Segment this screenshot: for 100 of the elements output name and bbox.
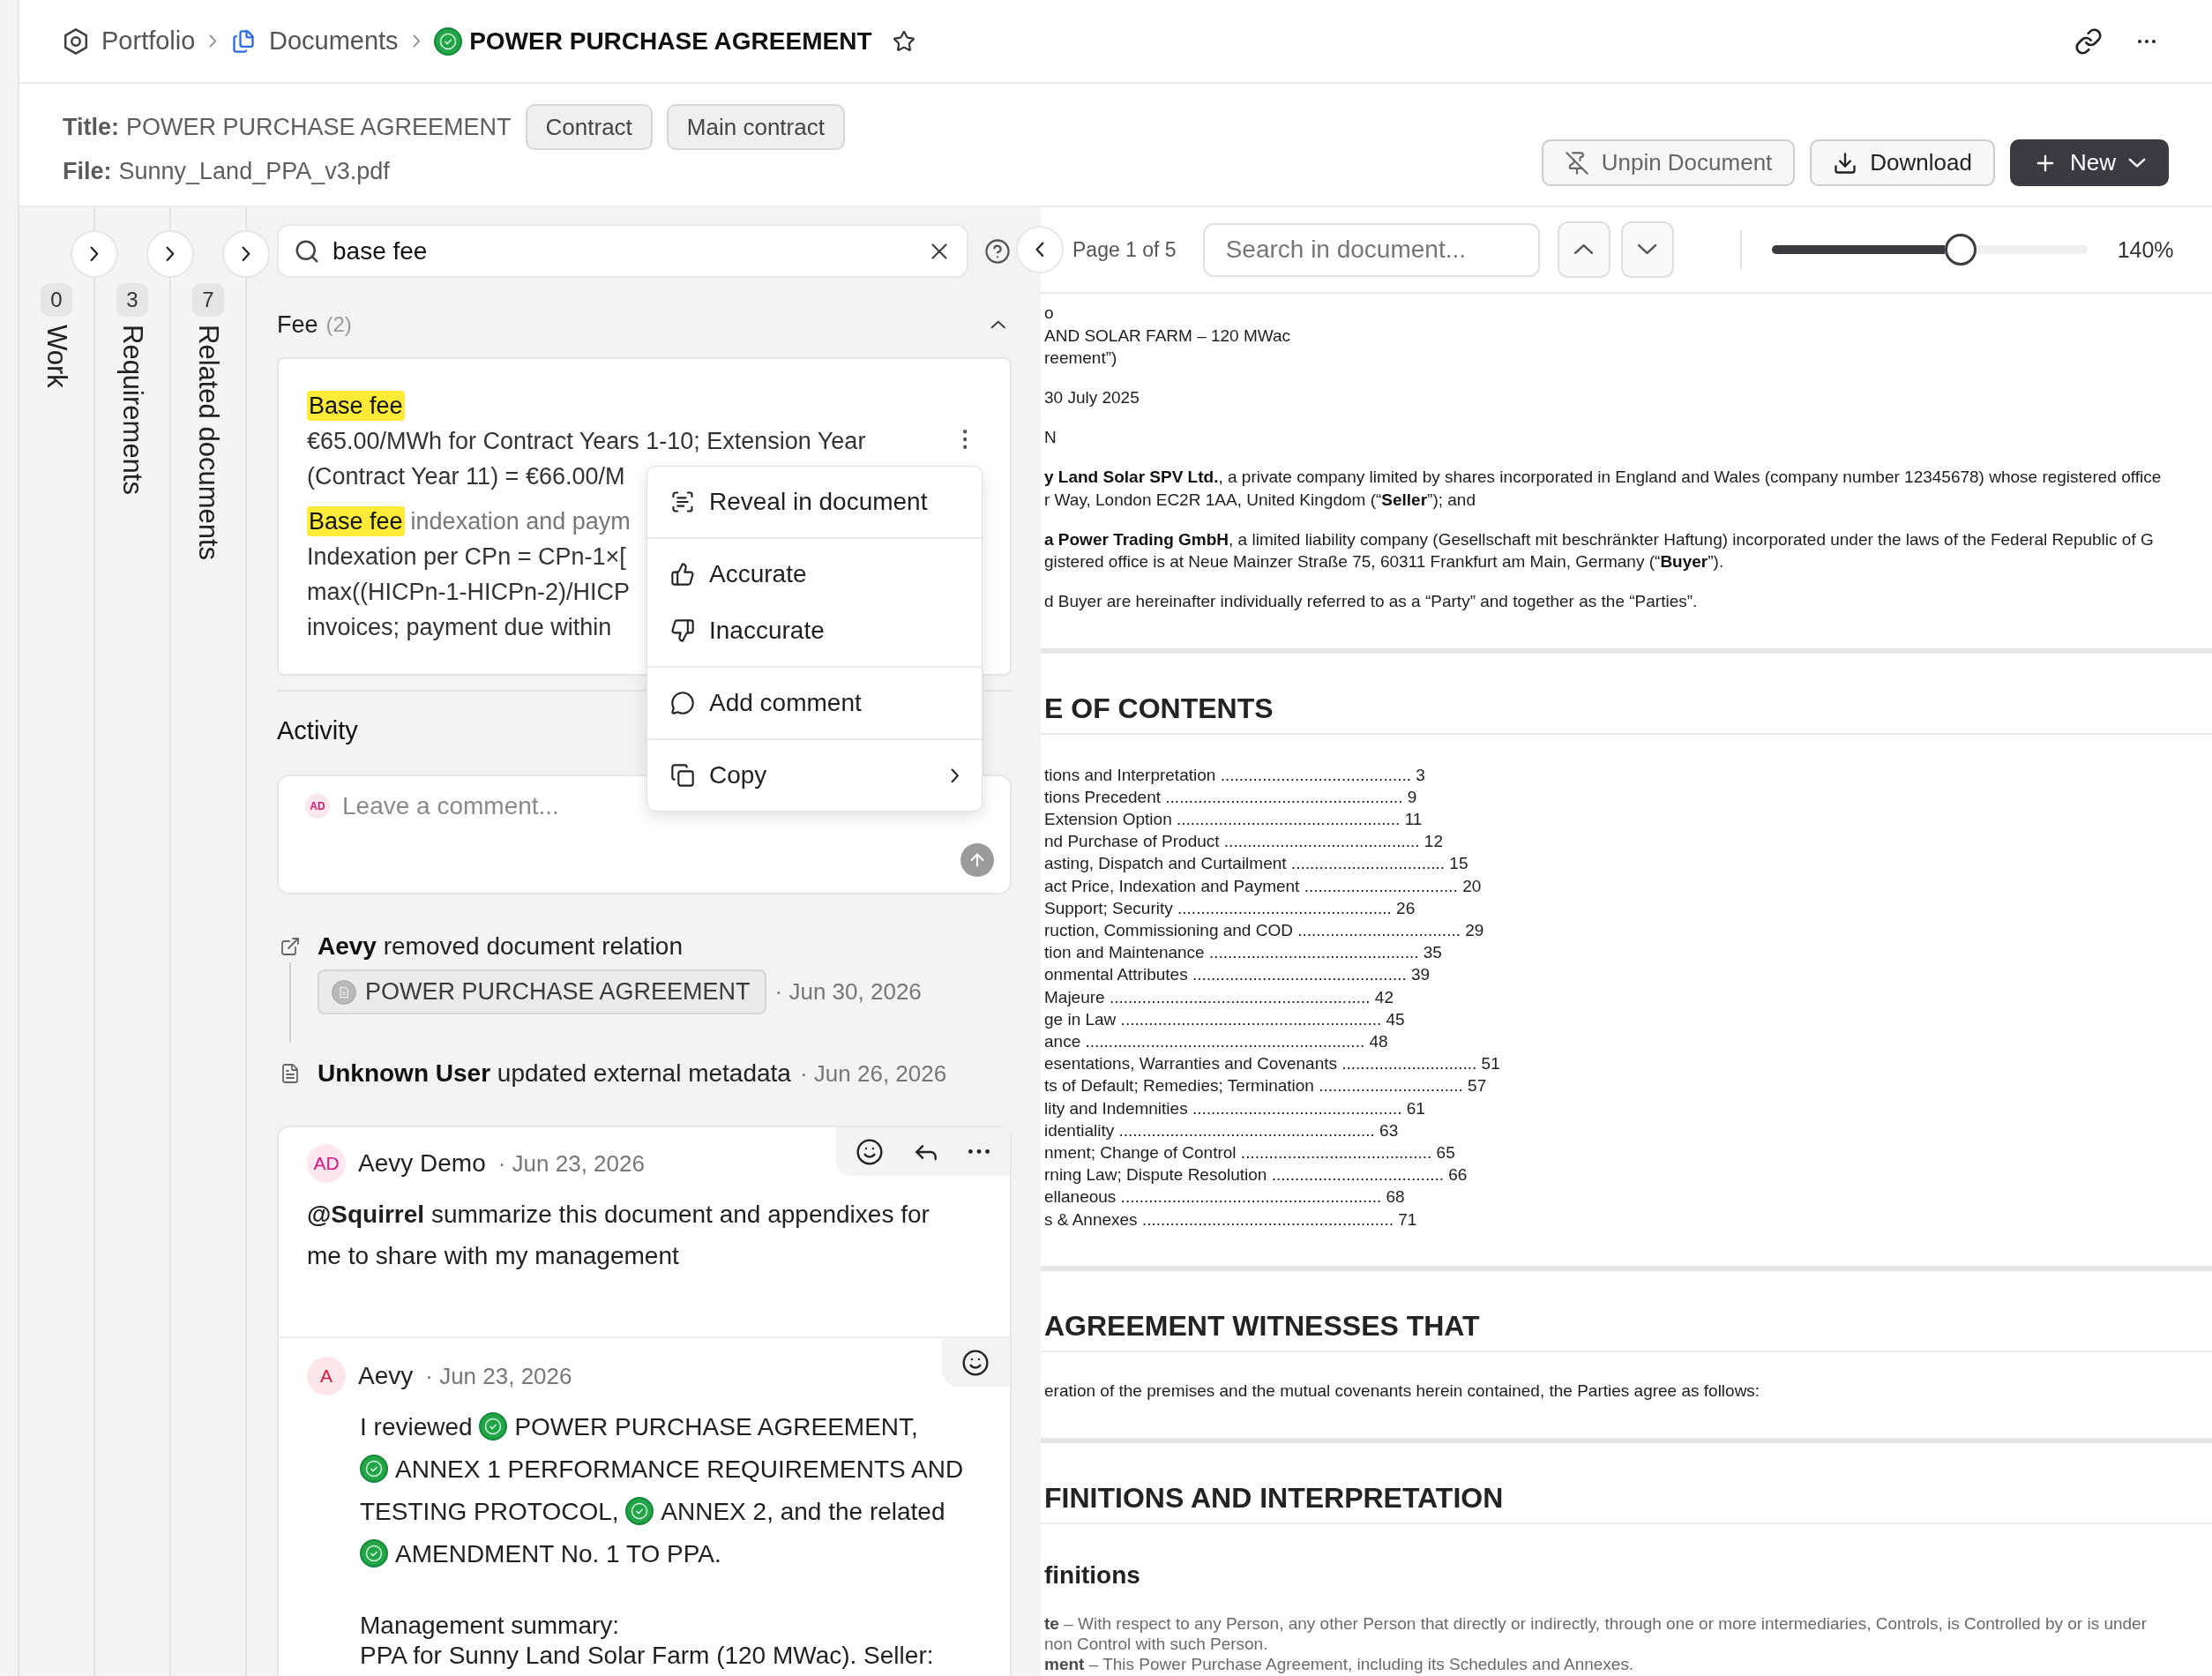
menu-item[interactable]: Inaccurate	[647, 602, 982, 659]
toc-entry: rning Law; Dispute Resolution ..................................... 66	[1044, 1164, 1468, 1186]
file-text-icon	[280, 1063, 301, 1084]
result-text: invoices; payment due within	[307, 613, 612, 642]
toc-entry: ge in Law ........................................................ 45	[1044, 1008, 1405, 1030]
comment-text: Management summary:	[360, 1611, 620, 1641]
chevron-right-icon	[166, 246, 175, 262]
search-field[interactable]: base fee	[277, 224, 968, 278]
definition-text: non Control with such Person.	[1044, 1633, 1268, 1654]
side-tab-label[interactable]: Requirements	[116, 325, 148, 495]
document-tag: Main contract	[666, 104, 845, 150]
document-text: gistered office is at Neue Mainzer Straße 75, 60311 Frankfurt am Main, Germany (“Buyer”).	[1044, 551, 1724, 572]
result-text: (Contract Year 11) = €66.00/M	[307, 462, 625, 491]
event-date: · Jun 30, 2026	[774, 978, 922, 1006]
toc-entry: Extension Option ................................................ 11	[1044, 808, 1423, 830]
avatar: AD	[307, 1144, 346, 1183]
send-button[interactable]	[960, 843, 994, 877]
toc-entry: ellaneous ........................................................ 68	[1044, 1186, 1405, 1208]
chevron-down-icon	[1637, 243, 1658, 256]
smile-icon[interactable]	[961, 1348, 990, 1377]
chevron-right-icon	[242, 246, 250, 262]
activity-title: Activity	[277, 715, 358, 745]
definition-text: ment – This Power Purchase Agreement, including its Schedules and Annexes.	[1044, 1653, 1634, 1674]
definition-text: te – With respect to any Person, any other Person that directly or indirectly, through one or more intermediaries, Controls, is Controlled by or is under	[1044, 1612, 2147, 1634]
field-value: Sunny_Land_PPA_v3.pdf	[118, 157, 390, 185]
external-link-icon	[280, 936, 301, 957]
files-icon	[230, 28, 256, 54]
toc-entry: esentations, Warranties and Covenants ............................. 51	[1044, 1053, 1500, 1075]
toc-entry: onmental Attributes .............................................. 39	[1044, 964, 1431, 986]
document-heading: E OF CONTENTS	[1044, 691, 1274, 726]
toc-entry: nd Purchase of Product .......................................... 12	[1044, 831, 1443, 853]
toc-entry: tions and Interpretation ......................................... 3	[1044, 764, 1425, 786]
menu-item[interactable]: Add comment	[647, 675, 982, 731]
toc-entry: Majeure ........................................................ 42	[1044, 986, 1394, 1008]
page-indicator: Page 1 of 5	[1072, 237, 1177, 262]
avatar: AD	[305, 794, 330, 819]
link-icon[interactable]	[2074, 26, 2103, 56]
search-field[interactable]: Search in document...	[1202, 222, 1540, 277]
thumbs-up-icon	[670, 562, 695, 587]
document-heading: FINITIONS AND INTERPRETATION	[1044, 1480, 1504, 1515]
breadcrumb-link[interactable]: Documents	[230, 26, 399, 56]
more-icon[interactable]	[2138, 39, 2156, 43]
side-tab-label[interactable]: Work	[41, 325, 72, 388]
help-icon[interactable]	[984, 237, 1011, 265]
result-text: max((HICPn-1-HICPn-2)/HICP	[307, 578, 631, 607]
more-icon[interactable]	[968, 1149, 990, 1154]
star-icon[interactable]	[893, 29, 916, 53]
toc-entry: ts of Default; Remedies; Termination ............................... 57	[1044, 1075, 1487, 1097]
comment-date: · Jun 23, 2026	[497, 1149, 645, 1178]
document-text: 30 July 2025	[1044, 387, 1140, 408]
chevron-down-icon	[2128, 157, 2146, 168]
thumbs-down-icon	[670, 618, 695, 643]
document-text: AND SOLAR FARM – 120 MWac	[1044, 325, 1291, 347]
event-text: Aevy removed document relation	[318, 932, 683, 961]
author-name: Aevy Demo	[358, 1149, 486, 1178]
scan-text-icon	[670, 490, 695, 514]
document-text: N	[1044, 427, 1057, 448]
event-date: · Jun 26, 2026	[799, 1059, 947, 1088]
breadcrumb-link[interactable]: Portfolio	[64, 26, 196, 56]
copy-icon	[670, 763, 695, 788]
document-chip[interactable]: POWER PURCHASE AGREEMENT	[318, 969, 766, 1014]
toc-entry: tions Precedent ................................................... 9	[1044, 786, 1417, 808]
chevron-left-icon	[1035, 242, 1044, 258]
document-text: eration of the premises and the mutual covenants herein contained, the Parties agree as follows:	[1044, 1380, 1760, 1403]
chevron-up-icon	[1573, 243, 1595, 256]
document-text: d Buyer are hereinafter individually referred to as a “Party” and together as the “Parties”.	[1044, 591, 1698, 612]
avatar: A	[307, 1357, 346, 1395]
toc-entry: ruction, Commissioning and COD ................................... 29	[1044, 919, 1484, 941]
group-title: Fee	[277, 311, 318, 339]
result-heading: indexation and paym	[410, 507, 631, 535]
more-icon[interactable]	[962, 430, 967, 449]
result-text: Indexation per CPn = CPn-1×[	[307, 542, 626, 572]
download-button[interactable]: Download	[1810, 139, 1995, 186]
document-text: o	[1044, 303, 1054, 324]
search-input[interactable]: base fee	[333, 233, 914, 269]
breadcrumb-current: POWER PURCHASE AGREEMENT	[469, 26, 872, 56]
menu-item[interactable]: Accurate	[647, 546, 982, 602]
speech-bubble-icon	[670, 691, 695, 715]
document-text: reement”)	[1044, 348, 1117, 369]
count-badge: 0	[41, 283, 72, 317]
document-heading: AGREEMENT WITNESSES THAT	[1044, 1308, 1480, 1343]
document-text: y Land Solar SPV Ltd., a private company limited by shares incorporated in England and Wales (company number 12345678) whose registered office	[1044, 467, 2162, 488]
toc-entry: asting, Dispatch and Curtailment ................................. 15	[1044, 853, 1468, 875]
toc-entry: nment; Change of Control ......................................... 65	[1044, 1141, 1455, 1163]
chevron-right-icon	[412, 34, 421, 49]
comment-text: I reviewed POWER PURCHASE AGREEMENT, ANNEX 1 PERFORMANCE REQUIREMENTS AND TESTING PROTOCOL, ANNEX 2, and the related AMENDMENT No. 1 TO PPA.	[360, 1410, 965, 1569]
toc-entry: tion and Maintenance ............................................. 35	[1044, 942, 1442, 964]
smile-icon[interactable]	[856, 1137, 884, 1166]
chevron-right-icon	[90, 246, 99, 262]
toc-entry: ance ............................................................ 48	[1044, 1030, 1388, 1052]
document-tag: Contract	[525, 104, 653, 150]
unpin-button[interactable]: Unpin Document	[1541, 139, 1796, 186]
chevron-up-icon[interactable]	[990, 320, 1006, 329]
side-tab-label[interactable]: Related documents	[192, 325, 224, 561]
chevron-right-icon	[209, 34, 217, 49]
comment-text: @Squirrel summarize this document and appendixes for me to share with my management	[307, 1200, 930, 1271]
menu-item[interactable]: Reveal in document	[647, 474, 982, 530]
author-name: Aevy	[358, 1362, 414, 1390]
new-button[interactable]: New	[2010, 139, 2169, 186]
slider-thumb[interactable]	[1945, 234, 1977, 266]
